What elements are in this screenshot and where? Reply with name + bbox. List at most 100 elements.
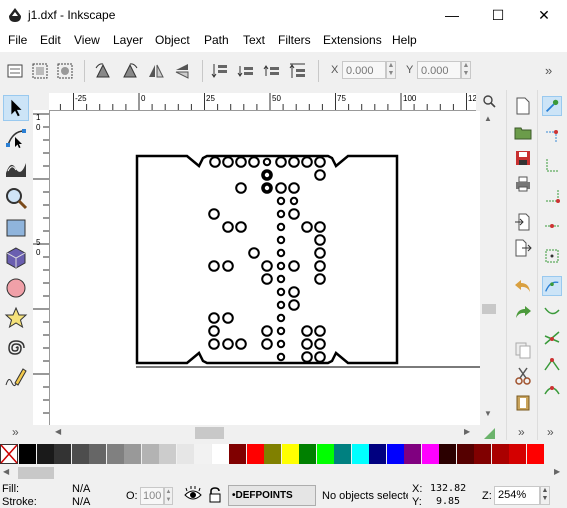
drawing-canvas[interactable]	[50, 111, 480, 425]
opacity-spin-buttons[interactable]: ▲ ▼	[164, 487, 173, 505]
color-swatch[interactable]	[141, 444, 159, 464]
scroll-up-icon[interactable]: ▲	[484, 114, 492, 123]
new-document-icon[interactable]	[513, 96, 533, 116]
zoom-input[interactable]: 254%	[494, 486, 540, 505]
stroke-value[interactable]: N/A	[72, 496, 90, 508]
palette-scroll-thumb[interactable]	[18, 467, 54, 479]
color-swatch[interactable]	[54, 444, 71, 464]
redo-icon[interactable]	[513, 302, 533, 322]
color-swatch[interactable]	[316, 444, 334, 464]
color-swatch[interactable]	[491, 444, 509, 464]
color-swatch[interactable]	[211, 444, 229, 464]
color-swatch[interactable]	[509, 444, 526, 464]
copy-icon[interactable]	[513, 340, 533, 360]
selector-tool-icon[interactable]	[3, 95, 29, 121]
snap-bbox-center-icon[interactable]	[542, 246, 562, 266]
import-icon[interactable]	[513, 212, 533, 232]
palette-scrollbar[interactable]: ◀ ▶	[0, 465, 567, 481]
color-swatch[interactable]	[106, 444, 124, 464]
palette-scroll-left-icon[interactable]: ◀	[3, 467, 9, 476]
color-swatch[interactable]	[439, 444, 456, 464]
menu-path[interactable]: Path	[204, 33, 229, 47]
commands-overflow-button[interactable]: »	[518, 425, 525, 439]
color-swatch[interactable]	[351, 444, 369, 464]
opacity-input[interactable]: 100	[140, 487, 164, 505]
color-swatch[interactable]	[456, 444, 474, 464]
scroll-down-icon[interactable]: ▼	[484, 409, 492, 418]
spiral-tool-icon[interactable]	[3, 335, 29, 361]
color-swatch[interactable]	[334, 444, 351, 464]
rectangle-tool-icon[interactable]	[3, 215, 29, 241]
snap-bbox-icon[interactable]	[542, 126, 562, 146]
export-icon[interactable]	[513, 238, 533, 258]
zoom-tool-icon[interactable]	[3, 185, 29, 211]
color-swatch[interactable]	[264, 444, 281, 464]
select-all-layers-icon[interactable]	[30, 61, 50, 81]
snap-intersection-icon[interactable]	[542, 328, 562, 348]
y-spin-buttons[interactable]: ▲ ▼	[461, 61, 471, 79]
flip-horizontal-icon[interactable]	[146, 61, 166, 81]
lower-icon[interactable]	[236, 61, 256, 81]
fill-value[interactable]: N/A	[72, 483, 90, 495]
toolbox-overflow-button[interactable]: »	[12, 425, 19, 439]
snap-bbox-corner-icon[interactable]	[542, 186, 562, 206]
zoom-spin-buttons[interactable]: ▲ ▼	[540, 486, 550, 505]
lower-to-bottom-icon[interactable]	[210, 61, 230, 81]
eye-icon[interactable]	[183, 486, 203, 504]
snap-smooth-icon[interactable]	[542, 380, 562, 400]
menu-layer[interactable]: Layer	[113, 33, 143, 47]
snap-overflow-button[interactable]: »	[547, 425, 554, 439]
menu-filters[interactable]: Filters	[278, 33, 311, 47]
select-all-icon[interactable]	[5, 61, 25, 81]
star-tool-icon[interactable]	[3, 305, 29, 331]
color-swatch[interactable]	[124, 444, 141, 464]
color-swatch[interactable]	[246, 444, 264, 464]
color-swatch[interactable]	[299, 444, 316, 464]
raise-to-top-icon[interactable]	[288, 61, 308, 81]
color-swatch[interactable]	[159, 444, 176, 464]
color-swatch[interactable]	[36, 444, 54, 464]
minimize-button[interactable]: —	[429, 0, 475, 30]
menu-view[interactable]: View	[74, 33, 100, 47]
color-swatch[interactable]	[404, 444, 421, 464]
maximize-button[interactable]: ☐	[475, 0, 521, 30]
save-icon[interactable]	[513, 148, 533, 168]
y-coordinate-input[interactable]: 0.000	[417, 61, 461, 79]
open-file-icon[interactable]	[513, 122, 533, 142]
color-swatch[interactable]	[176, 444, 194, 464]
palette-scroll-right-icon[interactable]: ▶	[554, 467, 560, 476]
horizontal-scroll-thumb[interactable]	[195, 427, 224, 439]
no-paint-swatch[interactable]	[0, 444, 18, 464]
vertical-scrollbar[interactable]: ▲ ▼	[481, 111, 497, 425]
ellipse-tool-icon[interactable]	[3, 275, 29, 301]
pencil-tool-icon[interactable]	[3, 365, 29, 391]
scroll-left-icon[interactable]: ◀	[55, 427, 61, 436]
color-swatch[interactable]	[474, 444, 491, 464]
menu-help[interactable]: Help	[392, 33, 417, 47]
flip-vertical-icon[interactable]	[172, 61, 192, 81]
x-spin-buttons[interactable]: ▲ ▼	[386, 61, 396, 79]
menu-text[interactable]: Text	[243, 33, 265, 47]
color-swatch[interactable]	[369, 444, 386, 464]
color-swatch[interactable]	[89, 444, 106, 464]
tweak-tool-icon[interactable]	[3, 155, 29, 181]
color-swatch[interactable]	[421, 444, 439, 464]
snap-enable-icon[interactable]	[542, 96, 562, 116]
snap-cusp-icon[interactable]	[542, 354, 562, 374]
paste-icon[interactable]	[513, 392, 533, 412]
menu-object[interactable]: Object	[155, 33, 190, 47]
color-swatch[interactable]	[229, 444, 246, 464]
current-layer-dropdown[interactable]: •DEFPOINTS	[228, 485, 316, 506]
toolbar-overflow-button[interactable]: »	[545, 63, 552, 78]
menu-file[interactable]: File	[8, 33, 27, 47]
lock-icon[interactable]	[208, 486, 222, 504]
snap-bbox-midpoint-icon[interactable]	[542, 216, 562, 236]
menu-edit[interactable]: Edit	[40, 33, 61, 47]
rotate-cw-icon[interactable]	[120, 61, 140, 81]
x-coordinate-input[interactable]: 0.000	[342, 61, 386, 79]
print-icon[interactable]	[513, 174, 533, 194]
menu-extensions[interactable]: Extensions	[323, 33, 382, 47]
node-tool-icon[interactable]	[3, 125, 29, 151]
color-swatch[interactable]	[386, 444, 404, 464]
color-swatch[interactable]	[194, 444, 211, 464]
